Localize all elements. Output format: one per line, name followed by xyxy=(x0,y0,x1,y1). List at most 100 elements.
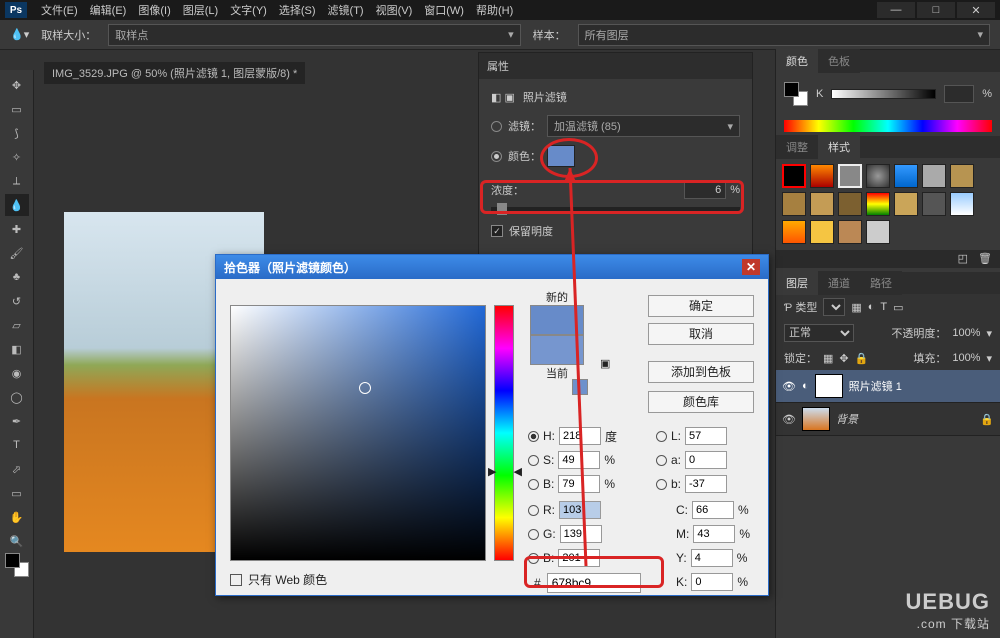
density-input[interactable] xyxy=(684,181,726,199)
menu-edit[interactable]: 编辑(E) xyxy=(86,0,131,20)
opacity-value[interactable]: 100% xyxy=(952,327,980,339)
path-tool[interactable]: ⬀ xyxy=(5,458,29,480)
move-tool[interactable]: ✥ xyxy=(5,74,29,96)
crop-tool[interactable]: ⟂ xyxy=(5,170,29,192)
blur-tool[interactable]: ◉ xyxy=(5,362,29,384)
style-swatch[interactable] xyxy=(810,192,834,216)
style-swatch[interactable] xyxy=(894,192,918,216)
visibility-icon[interactable]: 👁 xyxy=(782,380,796,393)
sample-size-select[interactable]: 取样点▾ xyxy=(108,24,520,46)
menu-view[interactable]: 视图(V) xyxy=(372,0,417,20)
g-radio[interactable] xyxy=(528,529,539,540)
kind-select[interactable] xyxy=(823,298,845,316)
color-radio[interactable] xyxy=(491,151,502,162)
s-radio[interactable] xyxy=(528,455,539,466)
stamp-tool[interactable]: ♣ xyxy=(5,266,29,288)
style-swatch[interactable] xyxy=(866,164,890,188)
hand-tool[interactable]: ✋ xyxy=(5,506,29,528)
menu-type[interactable]: 文字(Y) xyxy=(226,0,271,20)
lock-pixels-icon[interactable]: ▦ xyxy=(823,352,833,365)
menu-select[interactable]: 选择(S) xyxy=(275,0,320,20)
a-radio[interactable] xyxy=(656,455,667,466)
s-input[interactable] xyxy=(558,451,600,469)
k-value-input[interactable] xyxy=(944,85,974,103)
menu-help[interactable]: 帮助(H) xyxy=(472,0,517,20)
menu-window[interactable]: 窗口(W) xyxy=(420,0,468,20)
zoom-tool[interactable]: 🔍 xyxy=(5,530,29,552)
styles-tab[interactable]: 样式 xyxy=(818,135,860,159)
panel-delete-icon[interactable]: 🗑 xyxy=(978,252,992,266)
color-spectrum[interactable] xyxy=(784,120,992,132)
lasso-tool[interactable]: ⟆ xyxy=(5,122,29,144)
lock-position-icon[interactable]: ✥ xyxy=(839,352,848,365)
style-swatch[interactable] xyxy=(922,164,946,188)
sv-field[interactable] xyxy=(230,305,486,561)
properties-tab[interactable]: 属性 xyxy=(487,58,509,74)
panel-fgbg[interactable] xyxy=(784,82,808,106)
cancel-button[interactable]: 取消 xyxy=(648,323,754,345)
bb-radio[interactable] xyxy=(528,553,539,564)
filter-shape-icon[interactable]: ▭ xyxy=(893,301,903,314)
panel-new-icon[interactable]: ◰ xyxy=(958,252,968,266)
wand-tool[interactable]: ✧ xyxy=(5,146,29,168)
g-input[interactable] xyxy=(560,525,602,543)
swatches-tab[interactable]: 色板 xyxy=(818,49,860,73)
style-swatch[interactable] xyxy=(866,220,890,244)
picker-close-button[interactable]: ✕ xyxy=(742,259,760,275)
bb-input[interactable] xyxy=(558,549,600,567)
layers-tab[interactable]: 图层 xyxy=(776,271,818,295)
web-only-checkbox[interactable] xyxy=(230,574,242,586)
menu-file[interactable]: 文件(E) xyxy=(37,0,82,20)
b-radio[interactable] xyxy=(528,479,539,490)
layer-row-background[interactable]: 👁 背景 🔒 xyxy=(776,403,1000,436)
layer-row-photofilter[interactable]: 👁 ◐ 照片滤镜 1 xyxy=(776,370,1000,403)
sample-select[interactable]: 所有图层▾ xyxy=(578,24,990,46)
menu-filter[interactable]: 滤镜(T) xyxy=(324,0,368,20)
a-input[interactable] xyxy=(685,451,727,469)
gradient-tool[interactable]: ◧ xyxy=(5,338,29,360)
fill-value[interactable]: 100% xyxy=(952,352,980,364)
style-swatch[interactable] xyxy=(950,192,974,216)
b-input[interactable] xyxy=(558,475,600,493)
h-radio[interactable] xyxy=(528,431,539,442)
color-lib-button[interactable]: 颜色库 xyxy=(648,391,754,413)
minimize-button[interactable]: — xyxy=(877,2,915,18)
style-swatch[interactable] xyxy=(950,164,974,188)
marquee-tool[interactable]: ▭ xyxy=(5,98,29,120)
mask-thumb[interactable] xyxy=(815,374,843,398)
style-swatch[interactable] xyxy=(838,164,862,188)
k-slider[interactable] xyxy=(831,89,936,99)
lock-all-icon[interactable]: 🔒 xyxy=(855,352,869,365)
style-swatch[interactable] xyxy=(922,192,946,216)
filter-pixel-icon[interactable]: ▦ xyxy=(851,301,861,314)
style-swatch[interactable] xyxy=(838,220,862,244)
dodge-tool[interactable]: ◯ xyxy=(5,386,29,408)
y-input[interactable] xyxy=(691,549,733,567)
layer-thumb[interactable] xyxy=(802,407,830,431)
close-button[interactable]: ✕ xyxy=(957,2,995,18)
color-tab[interactable]: 颜色 xyxy=(776,49,818,73)
visibility-icon[interactable]: 👁 xyxy=(782,413,796,426)
style-swatch[interactable] xyxy=(810,164,834,188)
channels-tab[interactable]: 通道 xyxy=(818,271,860,295)
m-input[interactable] xyxy=(693,525,735,543)
c-input[interactable] xyxy=(692,501,734,519)
filter-adjust-icon[interactable]: ◐ xyxy=(868,301,875,313)
ok-button[interactable]: 确定 xyxy=(648,295,754,317)
blab-radio[interactable] xyxy=(656,479,667,490)
density-slider[interactable] xyxy=(491,207,740,211)
style-swatch[interactable] xyxy=(894,164,918,188)
filter-select[interactable]: 加温滤镜 (85)▾ xyxy=(547,115,740,137)
k-input[interactable] xyxy=(691,573,733,591)
l-input[interactable] xyxy=(685,427,727,445)
preserve-luminosity-checkbox[interactable] xyxy=(491,225,503,237)
style-swatch[interactable] xyxy=(782,192,806,216)
document-tab[interactable]: IMG_3529.JPG @ 50% (照片滤镜 1, 图层蒙版/8) * xyxy=(44,62,305,84)
pen-tool[interactable]: ✒ xyxy=(5,410,29,432)
eyedropper-tool[interactable]: 💧 xyxy=(5,194,29,216)
paths-tab[interactable]: 路径 xyxy=(860,271,902,295)
menu-layer[interactable]: 图层(L) xyxy=(179,0,222,20)
r-input[interactable] xyxy=(559,501,601,519)
add-swatch-button[interactable]: 添加到色板 xyxy=(648,361,754,383)
hex-input[interactable] xyxy=(547,573,641,593)
